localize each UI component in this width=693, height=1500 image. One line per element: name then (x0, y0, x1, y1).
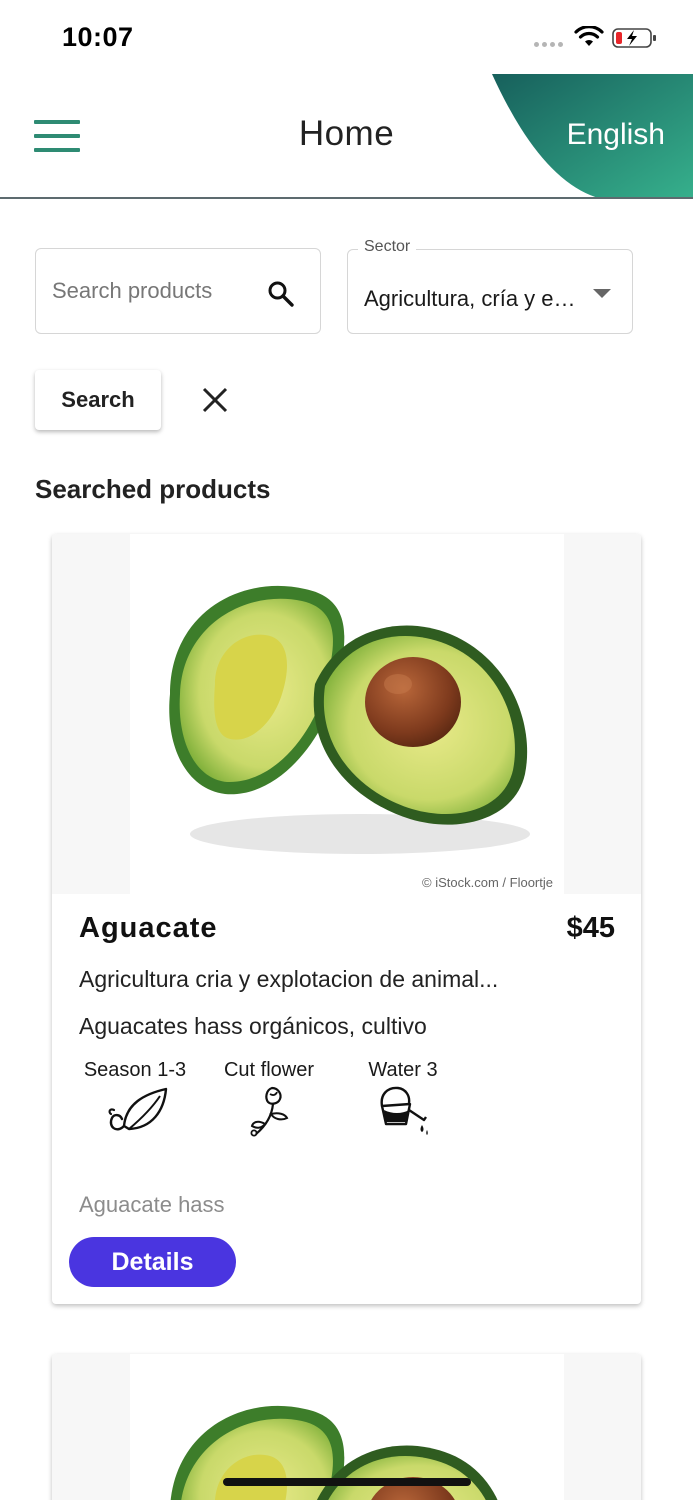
flower-icon (250, 1086, 289, 1137)
search-field[interactable] (35, 248, 321, 334)
avocado-image (130, 534, 564, 894)
close-icon[interactable] (198, 383, 232, 417)
status-time: 10:07 (62, 22, 134, 52)
battery-charging-icon (612, 28, 656, 48)
attribute-season-label: Season 1-3 (83, 1059, 187, 1081)
product-description: Aguacates hass orgánicos, cultivo (79, 1013, 427, 1039)
product-image-area: © iStock.com / Floortje (52, 534, 641, 894)
attribute-cut-flower-label: Cut flower (223, 1059, 315, 1081)
status-bar: 10:07 (0, 0, 693, 74)
sector-label: Sector (358, 238, 417, 256)
results-heading: Searched products (35, 474, 271, 504)
product-variety: Aguacate hass (79, 1192, 225, 1217)
product-card: © iStock.com / Floortje Aguacate $45 Agr… (52, 534, 641, 1304)
language-switch[interactable]: English (567, 118, 665, 152)
app-header: Home English (0, 74, 693, 199)
chevron-down-icon (593, 289, 611, 298)
attribute-water: Water 3 (338, 1059, 468, 1082)
search-input[interactable] (52, 273, 257, 309)
search-icon[interactable] (266, 279, 296, 309)
details-button[interactable]: Details (69, 1237, 236, 1287)
home-indicator (223, 1478, 471, 1486)
signal-dots-icon (534, 42, 563, 47)
attribute-season: Season 1-3 (70, 1059, 200, 1082)
product-price: $45 (566, 912, 615, 944)
sector-value: Agricultura, cría y explotación de anima… (364, 286, 584, 311)
search-button[interactable]: Search (35, 370, 161, 430)
attribute-cut-flower: Cut flower (204, 1059, 334, 1082)
wifi-icon (574, 26, 604, 46)
sector-select[interactable]: Sector Agricultura, cría y explotación d… (347, 238, 633, 334)
leaf-icon (108, 1087, 168, 1131)
product-sector: Agricultura cria y explotacion de animal… (79, 966, 499, 992)
attribute-water-label: Water 3 (368, 1059, 438, 1081)
photo-credit: © iStock.com / Floortje (422, 875, 553, 890)
product-name: Aguacate (79, 912, 218, 944)
watering-can-icon (380, 1086, 428, 1135)
